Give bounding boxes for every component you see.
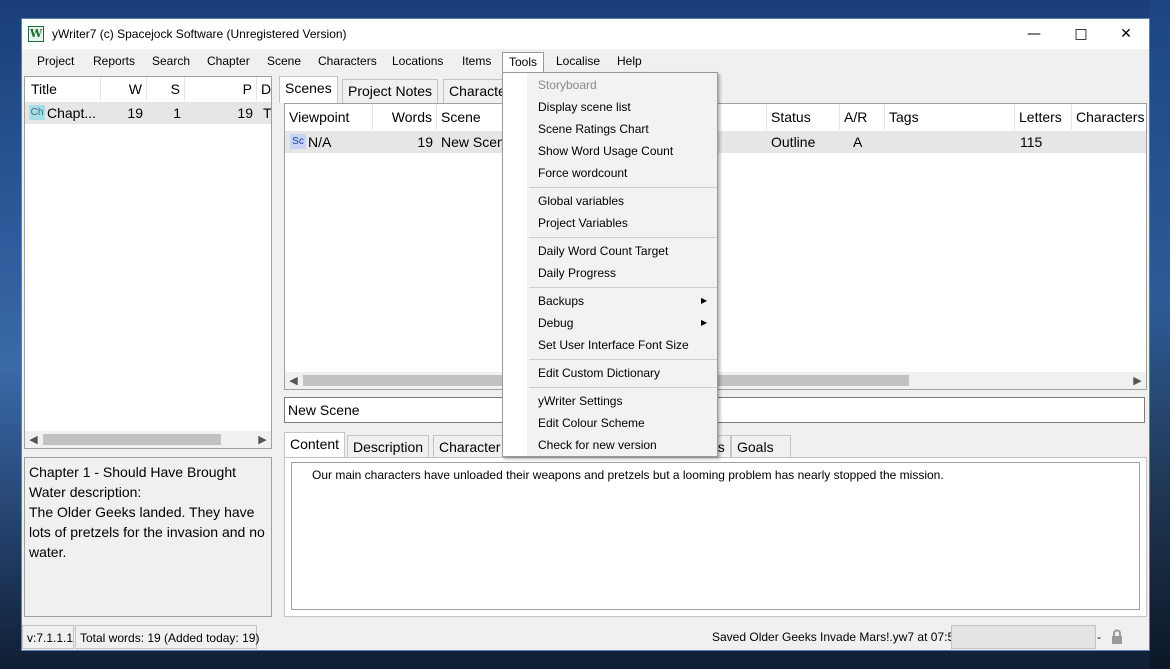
app-icon: W <box>28 26 44 42</box>
title-bar: W yWriter7 (c) Spacejock Software (Unreg… <box>22 19 1149 49</box>
scene-status: Outline <box>771 134 816 150</box>
menu-project[interactable]: Project <box>31 52 80 72</box>
submenu-arrow-icon: ▶ <box>701 296 708 305</box>
menu-scene[interactable]: Scene <box>261 52 307 72</box>
tab-description[interactable]: Description <box>347 435 430 459</box>
tab-goals[interactable]: Goals <box>731 435 791 459</box>
chapter-scenes: 1 <box>173 105 181 121</box>
status-bar: v:7.1.1.1 Total words: 19 (Added today: … <box>22 624 1149 650</box>
menu-tools[interactable]: Tools <box>502 52 545 72</box>
chapter-icon: Ch <box>29 105 45 120</box>
status-dash: - <box>1097 630 1101 644</box>
scene-icon: Sc <box>290 134 306 149</box>
chapter-list-scrollbar[interactable]: ◀ ▶ <box>25 431 271 448</box>
menu-localise[interactable]: Localise <box>550 52 606 72</box>
chapter-words: 19 <box>127 105 143 121</box>
column-header-ar[interactable]: A/R <box>840 104 885 130</box>
menu-help[interactable]: Help <box>611 52 648 72</box>
menu-separator <box>529 287 717 288</box>
menu-daily-progress[interactable]: Daily Progress <box>538 262 616 284</box>
chapter-pages: 19 <box>237 105 253 121</box>
menu-scene-ratings-chart[interactable]: Scene Ratings Chart <box>538 118 649 140</box>
lock-icon[interactable] <box>1110 625 1132 649</box>
menu-bar: Project Reports Search Chapter Scene Cha… <box>22 50 1149 72</box>
scene-ar: A <box>853 134 863 150</box>
menu-display-scene-list[interactable]: Display scene list <box>538 96 631 118</box>
close-button[interactable]: ✕ <box>1103 19 1149 49</box>
chapter-row[interactable]: Ch Chapt... 19 1 19 T <box>25 102 272 124</box>
desktop-background <box>1150 0 1170 669</box>
app-window: W yWriter7 (c) Spacejock Software (Unreg… <box>21 18 1150 651</box>
maximize-button[interactable]: □ <box>1058 19 1104 49</box>
menu-separator <box>529 387 717 388</box>
column-header-characters[interactable]: Characters <box>1072 104 1146 130</box>
scroll-left-icon[interactable]: ◀ <box>25 431 42 448</box>
menu-edit-custom-dictionary[interactable]: Edit Custom Dictionary <box>538 362 660 384</box>
menu-edit-colour-scheme[interactable]: Edit Colour Scheme <box>538 412 645 434</box>
menu-daily-word-count-target[interactable]: Daily Word Count Target <box>538 240 668 262</box>
column-header-title[interactable]: Title <box>25 77 101 101</box>
chapter-d: T <box>263 105 272 121</box>
menu-global-variables[interactable]: Global variables <box>538 190 624 212</box>
scene-letters: 115 <box>1020 134 1043 150</box>
scroll-right-icon[interactable]: ▶ <box>254 431 271 448</box>
scene-viewpoint: N/A <box>308 134 332 150</box>
menu-separator <box>529 187 717 188</box>
content-panel: Our main characters have unloaded their … <box>284 457 1147 617</box>
submenu-arrow-icon: ▶ <box>701 318 708 327</box>
column-header-words[interactable]: Words <box>373 104 437 130</box>
menu-project-variables[interactable]: Project Variables <box>538 212 628 234</box>
menu-characters[interactable]: Characters <box>312 52 383 72</box>
column-header-viewpoint[interactable]: Viewpoint <box>285 104 373 130</box>
menu-reports[interactable]: Reports <box>87 52 141 72</box>
scroll-right-icon[interactable]: ▶ <box>1129 372 1146 389</box>
tab-scenes[interactable]: Scenes <box>279 76 338 103</box>
scroll-thumb[interactable] <box>43 434 221 445</box>
column-header-status[interactable]: Status <box>767 104 840 130</box>
scene-words: 19 <box>417 134 433 150</box>
menu-search[interactable]: Search <box>146 52 196 72</box>
menu-locations[interactable]: Locations <box>386 52 449 72</box>
menu-separator <box>529 237 717 238</box>
menu-force-wordcount[interactable]: Force wordcount <box>538 162 627 184</box>
menu-show-word-usage-count[interactable]: Show Word Usage Count <box>538 140 673 162</box>
total-words-label: Total words: 19 (Added today: 19) <box>75 625 259 649</box>
window-title: yWriter7 (c) Spacejock Software (Unregis… <box>52 27 347 41</box>
tools-dropdown-menu: Storyboard Display scene list Scene Rati… <box>502 72 718 457</box>
tab-content[interactable]: Content <box>284 432 346 459</box>
chapter-title: Chapt... <box>47 105 97 121</box>
scroll-left-icon[interactable]: ◀ <box>285 372 302 389</box>
menu-check-for-new-version[interactable]: Check for new version <box>538 434 657 456</box>
tab-project-notes[interactable]: Project Notes <box>342 79 439 103</box>
scene-name: New Scene <box>441 134 511 150</box>
menu-set-ui-font-size[interactable]: Set User Interface Font Size <box>538 334 689 356</box>
minimize-button[interactable]: — <box>1011 19 1057 49</box>
saved-status: Saved Older Geeks Invade Mars!.yw7 at 07… <box>712 630 961 644</box>
progress-box <box>951 625 1096 649</box>
tab-characters-bottom[interactable]: Character <box>433 435 503 459</box>
column-header-s[interactable]: S <box>147 77 185 101</box>
chapter-description: Chapter 1 - Should Have Brought Water de… <box>24 457 272 617</box>
content-editor[interactable]: Our main characters have unloaded their … <box>291 462 1140 610</box>
column-header-p[interactable]: P <box>185 77 257 101</box>
menu-items[interactable]: Items <box>456 52 497 72</box>
column-header-tags[interactable]: Tags <box>885 104 1015 130</box>
column-header-letters[interactable]: Letters <box>1015 104 1072 130</box>
menu-backups[interactable]: Backups <box>538 290 584 312</box>
menu-storyboard: Storyboard <box>538 78 597 92</box>
column-header-w[interactable]: W <box>101 77 147 101</box>
menu-chapter[interactable]: Chapter <box>201 52 256 72</box>
menu-debug[interactable]: Debug <box>538 312 573 334</box>
version-label: v:7.1.1.1 <box>22 625 74 649</box>
chapter-list[interactable]: Title W S P D Ch Chapt... 19 1 19 T ◀ ▶ <box>24 76 272 449</box>
menu-ywriter-settings[interactable]: yWriter Settings <box>538 390 622 412</box>
menu-separator <box>529 359 717 360</box>
column-header-d[interactable]: D <box>257 77 271 101</box>
